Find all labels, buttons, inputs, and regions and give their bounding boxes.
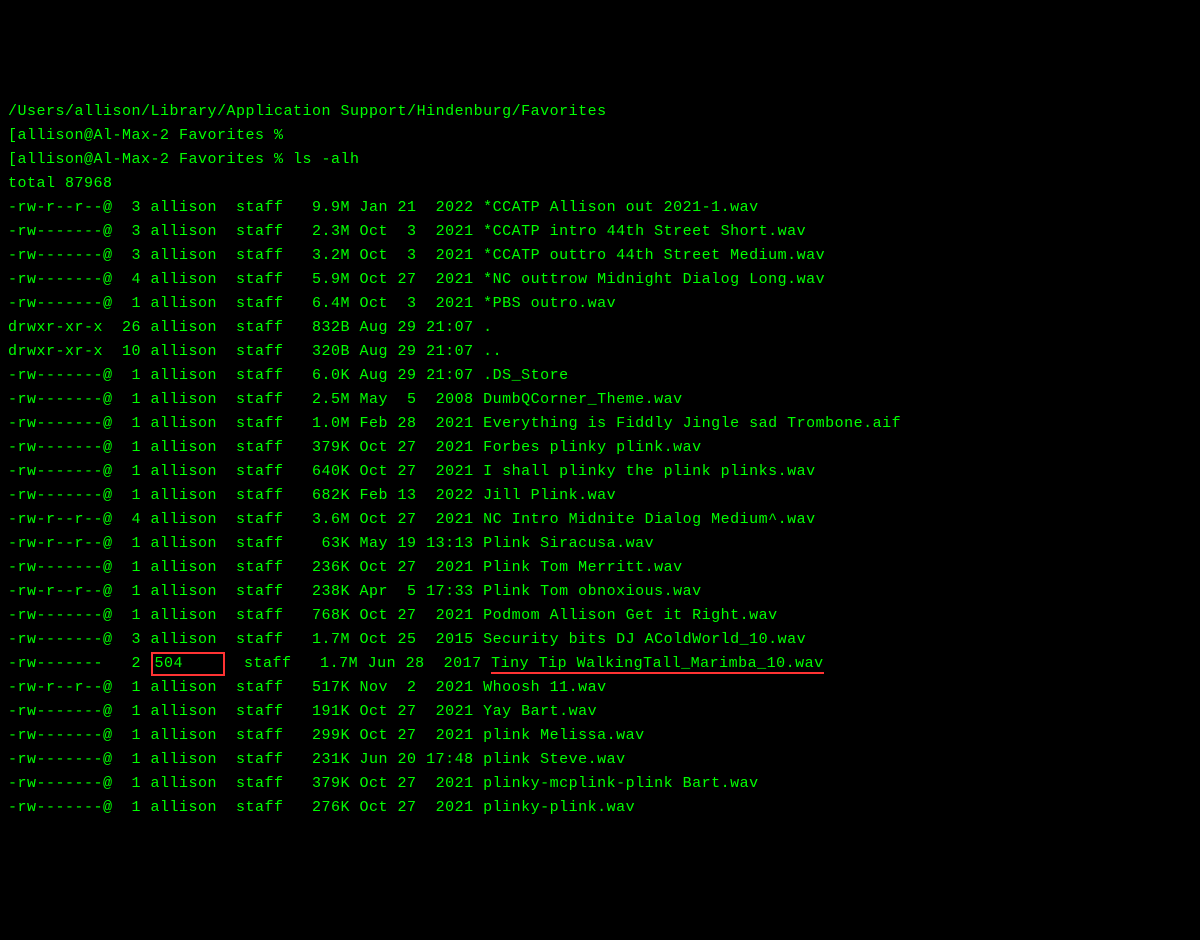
terminal-line: -rw-------@ 1 allison staff 236K Oct 27 …	[8, 556, 1192, 580]
terminal-line: [allison@Al-Max-2 Favorites %	[8, 124, 1192, 148]
highlighted-filename: Tiny Tip WalkingTall_Marimba_10.wav	[491, 655, 824, 674]
terminal-line: -rw-r--r--@ 4 allison staff 3.6M Oct 27 …	[8, 508, 1192, 532]
terminal-line: drwxr-xr-x 10 allison staff 320B Aug 29 …	[8, 340, 1192, 364]
terminal-line: -rw-------@ 3 allison staff 1.7M Oct 25 …	[8, 628, 1192, 652]
terminal-line: -rw-------@ 1 allison staff 682K Feb 13 …	[8, 484, 1192, 508]
terminal-line: -rw-r--r--@ 1 allison staff 517K Nov 2 2…	[8, 676, 1192, 700]
terminal-line: -rw-------@ 1 allison staff 299K Oct 27 …	[8, 724, 1192, 748]
terminal-line: -rw-------@ 1 allison staff 6.0K Aug 29 …	[8, 364, 1192, 388]
terminal-line: -rw-------@ 1 allison staff 379K Oct 27 …	[8, 436, 1192, 460]
terminal-line: -rw-r--r--@ 1 allison staff 238K Apr 5 1…	[8, 580, 1192, 604]
terminal-line: -rw-------@ 1 allison staff 640K Oct 27 …	[8, 460, 1192, 484]
terminal-line: -rw-------@ 1 allison staff 2.5M May 5 2…	[8, 388, 1192, 412]
highlighted-owner: 504	[151, 652, 226, 676]
terminal-line: -rw-------@ 1 allison staff 1.0M Feb 28 …	[8, 412, 1192, 436]
terminal-output[interactable]: /Users/allison/Library/Application Suppo…	[8, 100, 1192, 820]
terminal-line: -rw-------@ 1 allison staff 231K Jun 20 …	[8, 748, 1192, 772]
terminal-line: -rw-r--r--@ 1 allison staff 63K May 19 1…	[8, 532, 1192, 556]
terminal-line: -rw------- 2 504 staff 1.7M Jun 28 2017 …	[8, 652, 1192, 676]
terminal-line: -rw-------@ 1 allison staff 379K Oct 27 …	[8, 772, 1192, 796]
terminal-line: -rw-------@ 1 allison staff 768K Oct 27 …	[8, 604, 1192, 628]
terminal-line: -rw-------@ 1 allison staff 191K Oct 27 …	[8, 700, 1192, 724]
terminal-line: -rw-------@ 1 allison staff 6.4M Oct 3 2…	[8, 292, 1192, 316]
terminal-line: [allison@Al-Max-2 Favorites % ls -alh	[8, 148, 1192, 172]
terminal-line: -rw-r--r--@ 3 allison staff 9.9M Jan 21 …	[8, 196, 1192, 220]
terminal-line: total 87968	[8, 172, 1192, 196]
terminal-line: -rw-------@ 4 allison staff 5.9M Oct 27 …	[8, 268, 1192, 292]
terminal-line: -rw-------@ 1 allison staff 276K Oct 27 …	[8, 796, 1192, 820]
command-text: ls -alh	[293, 151, 360, 168]
terminal-line: drwxr-xr-x 26 allison staff 832B Aug 29 …	[8, 316, 1192, 340]
terminal-line: -rw-------@ 3 allison staff 3.2M Oct 3 2…	[8, 244, 1192, 268]
terminal-line: -rw-------@ 3 allison staff 2.3M Oct 3 2…	[8, 220, 1192, 244]
terminal-line: /Users/allison/Library/Application Suppo…	[8, 100, 1192, 124]
